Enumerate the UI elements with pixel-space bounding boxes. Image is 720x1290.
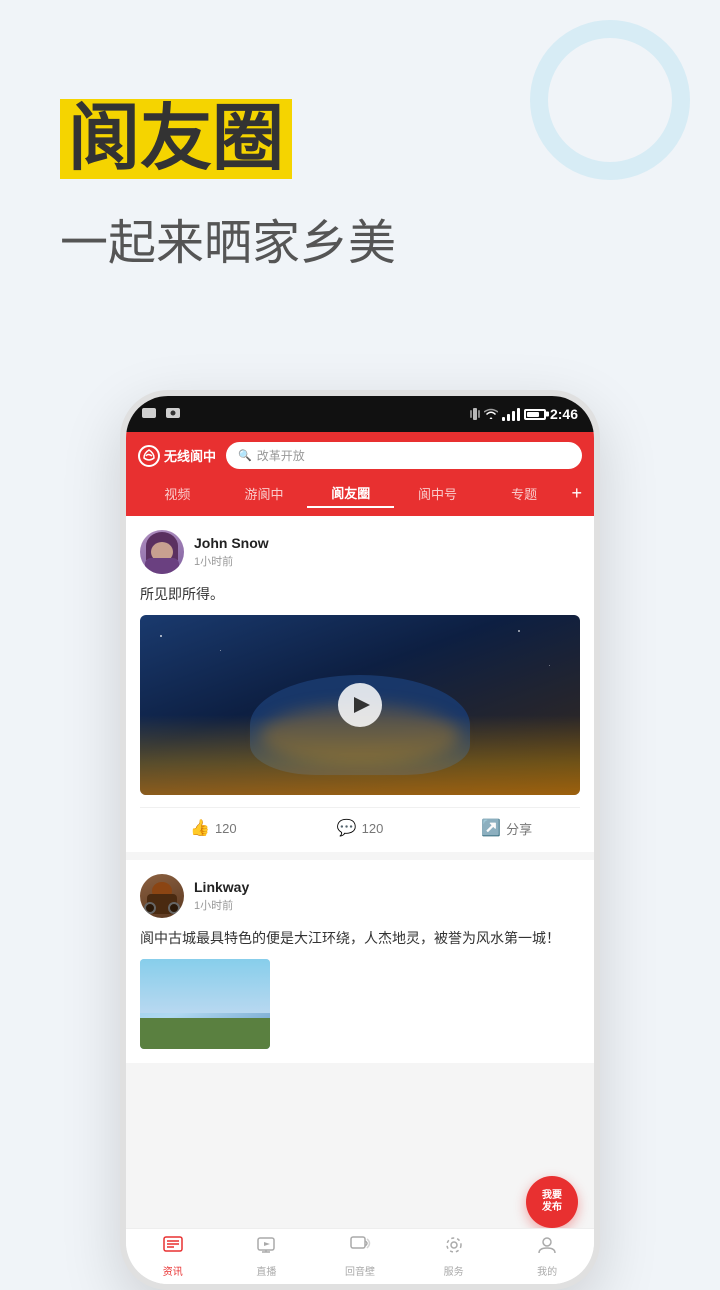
play-triangle-icon — [354, 697, 370, 713]
app-logo: 无线阆中 — [138, 445, 216, 467]
status-right-info: 2:46 — [470, 406, 578, 422]
share-action[interactable]: ↗️ 分享 — [433, 818, 580, 838]
live-svg-icon — [255, 1235, 277, 1255]
post-meta-2: Linkway 1小时前 — [194, 879, 249, 913]
search-bar[interactable]: 🔍 改革开放 — [226, 442, 582, 469]
post-username-2: Linkway — [194, 879, 249, 895]
fab-publish-button[interactable]: 我要 发布 — [526, 1176, 578, 1228]
post-video-1[interactable] — [140, 615, 580, 795]
like-action[interactable]: 👍 120 — [140, 818, 287, 838]
promo-section: 阆友圈 一起来晒家乡美 — [60, 100, 396, 273]
status-time: 2:46 — [550, 406, 578, 422]
echo-icon — [349, 1235, 371, 1261]
mine-icon — [536, 1235, 558, 1261]
bottom-nav-live[interactable]: 直播 — [220, 1235, 314, 1278]
promo-subtitle: 一起来晒家乡美 — [60, 203, 396, 273]
service-svg-icon — [443, 1235, 465, 1255]
post-username-1: John Snow — [194, 535, 269, 551]
mine-svg-icon — [536, 1235, 558, 1255]
echo-label: 回音壁 — [345, 1263, 375, 1278]
share-label: 分享 — [506, 819, 532, 838]
tab-languyouquan[interactable]: 阆友圈 — [307, 479, 394, 508]
tab-youlanzhong[interactable]: 游阆中 — [221, 480, 308, 507]
vibrate-icon — [470, 407, 480, 421]
search-placeholder: 改革开放 — [257, 447, 305, 464]
notification-icon — [142, 408, 160, 420]
comment-action[interactable]: 💬 120 — [287, 818, 434, 838]
ground-decoration — [140, 1018, 270, 1050]
comment-icon: 💬 — [337, 818, 357, 838]
tab-zhuanti[interactable]: 专题 — [481, 480, 568, 507]
post-actions-1: 👍 120 💬 120 ↗️ 分享 — [140, 807, 580, 838]
promo-title: 阆友圈 — [60, 100, 396, 179]
wifi-icon — [484, 408, 498, 420]
post-meta-1: John Snow 1小时前 — [194, 535, 269, 569]
tab-add-icon[interactable]: + — [568, 483, 587, 504]
fab-label: 我要 — [542, 1190, 562, 1202]
search-icon: 🔍 — [238, 449, 252, 462]
signal-bars — [502, 407, 520, 421]
comment-count: 120 — [362, 821, 384, 836]
post-card-2: Linkway 1小时前 阆中古城最具特色的便是大江环绕，人杰地灵，被誉为风水第… — [126, 860, 594, 1063]
like-icon: 👍 — [190, 818, 210, 838]
post-time-1: 1小时前 — [194, 553, 269, 569]
bottom-nav-echo[interactable]: 回音壁 — [313, 1235, 407, 1278]
post-header-1: John Snow 1小时前 — [140, 530, 580, 574]
avatar-john-snow — [140, 530, 184, 574]
tab-video[interactable]: 视频 — [134, 480, 221, 507]
star-1 — [160, 635, 162, 637]
news-svg-icon — [162, 1235, 184, 1255]
news-icon — [162, 1235, 184, 1261]
fab-label-2: 发布 — [542, 1202, 562, 1214]
phone-mockup: 2:46 无线阆中 🔍 改革开放 视频 游阆中 阆友圈 阆中号 专题 + — [120, 390, 600, 1290]
mine-label: 我的 — [537, 1263, 557, 1278]
status-left-icons — [142, 408, 182, 420]
post-text-1: 所见即所得。 — [140, 584, 580, 605]
sky-decoration — [140, 959, 270, 1013]
bottom-nav: 资讯 直播 回音壁 — [126, 1228, 594, 1284]
post-image-preview[interactable] — [140, 959, 270, 1049]
bottom-nav-news[interactable]: 资讯 — [126, 1235, 220, 1278]
service-label: 服务 — [444, 1263, 464, 1278]
star-3 — [518, 630, 520, 632]
share-icon: ↗️ — [481, 818, 501, 838]
camera-icon — [166, 408, 182, 420]
decorative-circle — [530, 20, 690, 180]
echo-svg-icon — [349, 1235, 371, 1255]
tab-langzhonghao[interactable]: 阆中号 — [394, 480, 481, 507]
star-4 — [549, 665, 550, 666]
live-label: 直播 — [256, 1263, 276, 1278]
bottom-nav-mine[interactable]: 我的 — [500, 1235, 594, 1278]
avatar-linkway — [140, 874, 184, 918]
star-2 — [220, 650, 221, 651]
city-lights-decoration — [140, 715, 580, 795]
nav-tabs: 视频 游阆中 阆友圈 阆中号 专题 + — [126, 479, 594, 516]
bottom-nav-service[interactable]: 服务 — [407, 1235, 501, 1278]
battery-icon — [524, 409, 546, 420]
post-header-2: Linkway 1小时前 — [140, 874, 580, 918]
like-count: 120 — [215, 821, 237, 836]
post-card-1: John Snow 1小时前 所见即所得。 — [126, 516, 594, 852]
app-name: 无线阆中 — [164, 446, 216, 465]
logo-icon — [138, 445, 160, 467]
live-icon — [255, 1235, 277, 1261]
news-label: 资讯 — [163, 1263, 183, 1278]
post-text-2: 阆中古城最具特色的便是大江环绕，人杰地灵，被誉为风水第一城！ — [140, 928, 580, 949]
status-bar: 2:46 — [126, 396, 594, 432]
service-icon — [443, 1235, 465, 1261]
play-button[interactable] — [338, 683, 382, 727]
post-time-2: 1小时前 — [194, 897, 249, 913]
feed: John Snow 1小时前 所见即所得。 — [126, 516, 594, 1229]
logo-svg — [142, 449, 156, 463]
app-header: 无线阆中 🔍 改革开放 — [126, 432, 594, 479]
